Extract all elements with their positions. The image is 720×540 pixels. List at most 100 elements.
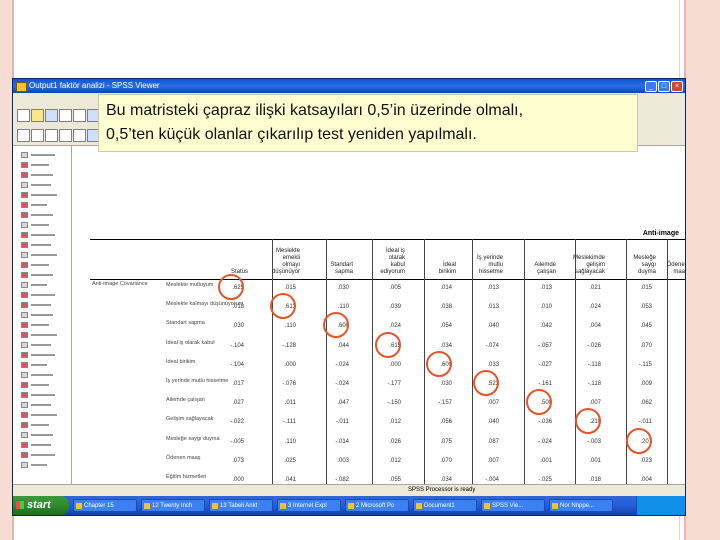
table-cell: .026	[389, 438, 401, 445]
outline-item-text	[31, 224, 49, 226]
outline-item[interactable]	[21, 392, 67, 398]
table-cell: -.025	[538, 477, 552, 483]
outline-item[interactable]	[21, 372, 67, 378]
book-icon	[21, 402, 28, 408]
outline-pane[interactable]	[13, 146, 72, 496]
maximize-button[interactable]: □	[658, 81, 670, 92]
taskbar-task-button[interactable]: Nor Nnppe...	[549, 499, 613, 512]
output-content-pane[interactable]: Anti-image Covariance Statüs Meslekte emek…	[72, 146, 685, 496]
outline-item[interactable]	[21, 452, 67, 458]
table-cell: .062	[640, 400, 652, 407]
table-cell: -.076	[282, 381, 296, 387]
table-cell: .009	[640, 381, 652, 387]
taskbar-task-button[interactable]: 12 Twenty Inch	[141, 499, 205, 512]
outline-item[interactable]	[21, 332, 67, 338]
outline-item[interactable]	[21, 362, 67, 368]
outline-item-text	[31, 444, 51, 446]
minimize-button[interactable]: _	[645, 81, 657, 92]
table-cell: .033	[487, 361, 499, 368]
outline-item[interactable]	[21, 462, 67, 468]
outline-item[interactable]	[21, 252, 67, 258]
outline-item[interactable]	[21, 312, 67, 318]
table-cell: .044	[337, 342, 349, 349]
outline-item[interactable]	[21, 282, 67, 288]
outline-item-text	[31, 274, 53, 276]
outline-item[interactable]	[21, 272, 67, 278]
outline-item-text	[31, 154, 55, 156]
table-cell: -.024	[538, 438, 552, 445]
table-cell: .015	[284, 285, 296, 291]
section-label: Anti-image Covariance	[92, 281, 148, 287]
close-button[interactable]: ×	[671, 81, 683, 92]
taskbar-task-button[interactable]: 3 Internet Expl	[277, 499, 341, 512]
table-icon	[21, 322, 28, 328]
outline-item[interactable]	[21, 412, 67, 418]
table-cell: .034	[440, 477, 452, 483]
outline-item[interactable]	[21, 432, 67, 438]
outline-item-text	[31, 394, 55, 396]
outline-item[interactable]	[21, 222, 67, 228]
table-icon	[21, 382, 28, 388]
table-cell: .110	[337, 304, 349, 311]
start-button[interactable]: start	[13, 496, 69, 515]
table-cell: .055	[389, 477, 401, 483]
outline-item[interactable]	[21, 322, 67, 328]
outline-item[interactable]	[21, 382, 67, 388]
outline-item[interactable]	[21, 402, 67, 408]
demote-icon[interactable]	[59, 129, 72, 142]
column-header: İş yerinde mutlu hissetme	[476, 255, 503, 275]
outline-item[interactable]	[21, 342, 67, 348]
table-cell: -.128	[282, 342, 296, 349]
taskbar-task-button[interactable]: 13 Tabeli Ankt	[209, 499, 273, 512]
arrow-right-icon[interactable]	[31, 129, 44, 142]
table-cell: -.057	[538, 342, 552, 349]
taskbar-task-button[interactable]: SPSS Vie...	[481, 499, 545, 512]
outline-item[interactable]	[21, 292, 67, 298]
taskbar-task-button[interactable]: Chapter 15	[73, 499, 137, 512]
expand-icon[interactable]	[73, 129, 86, 142]
open-folder-icon[interactable]	[31, 109, 44, 122]
callout-box: Bu matristeki çapraz ilişki katsayıları …	[98, 94, 638, 152]
outline-item-text	[31, 314, 53, 316]
outline-item-text	[31, 374, 53, 376]
taskbar-task-button[interactable]: Document1	[413, 499, 477, 512]
new-file-icon[interactable]	[17, 109, 30, 122]
outline-item[interactable]	[21, 212, 67, 218]
outline-item[interactable]	[21, 202, 67, 208]
outline-item-text	[31, 294, 55, 296]
table-cell: .041	[284, 477, 296, 483]
table-cell: .000	[232, 477, 244, 483]
outline-item[interactable]	[21, 262, 67, 268]
outline-item[interactable]	[21, 422, 67, 428]
outline-item[interactable]	[21, 182, 67, 188]
diagonal-highlight-circle	[626, 427, 652, 454]
outline-item[interactable]	[21, 172, 67, 178]
outline-item[interactable]	[21, 242, 67, 248]
table-cell: .034	[440, 342, 452, 349]
outline-item-text	[31, 454, 55, 456]
table-icon	[21, 442, 28, 448]
outline-item[interactable]	[21, 352, 67, 358]
table-cell: .000	[389, 361, 401, 368]
outline-item[interactable]	[21, 192, 67, 198]
promote-icon[interactable]	[45, 129, 58, 142]
table-cell: .005	[389, 285, 401, 291]
outline-item[interactable]	[21, 442, 67, 448]
arrow-left-icon[interactable]	[17, 129, 30, 142]
save-icon[interactable]	[45, 109, 58, 122]
outline-item[interactable]	[21, 302, 67, 308]
system-tray	[636, 496, 685, 515]
table-cell: .018	[589, 477, 601, 483]
book-icon	[21, 372, 28, 378]
print-preview-icon[interactable]	[73, 109, 86, 122]
outline-item[interactable]	[21, 232, 67, 238]
outline-item-text	[31, 304, 51, 306]
taskbar-task-button[interactable]: 2 Microsoft Po	[345, 499, 409, 512]
print-icon[interactable]	[59, 109, 72, 122]
book-icon	[21, 462, 28, 468]
outline-item-text	[31, 234, 55, 236]
outline-item-text	[31, 404, 51, 406]
outline-item[interactable]	[21, 162, 67, 168]
outline-item[interactable]	[21, 152, 67, 158]
table-cell: .070	[440, 457, 452, 464]
